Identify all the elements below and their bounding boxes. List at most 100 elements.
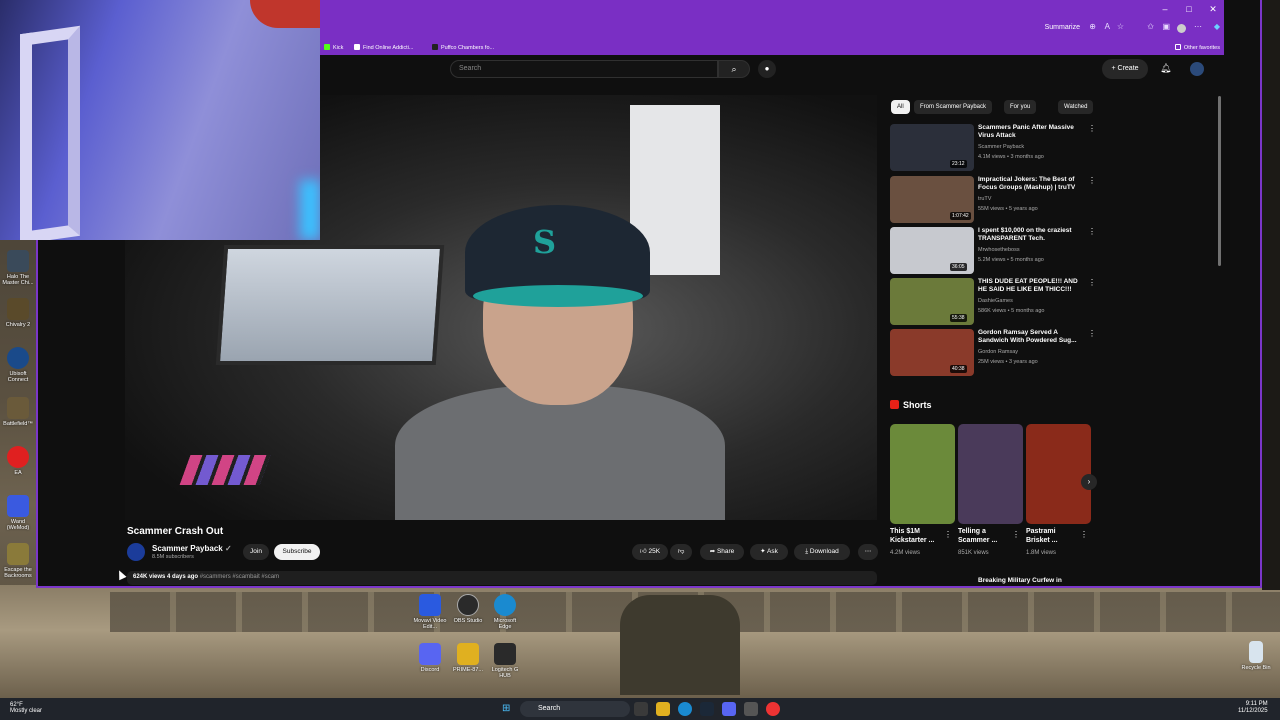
short-title[interactable]: Telling a Scammer ... [958, 527, 1013, 545]
translate-icon[interactable]: ⊕ [1089, 22, 1096, 31]
chip-for-you[interactable]: For you [1004, 100, 1037, 114]
summarize-button[interactable]: Summarize [1045, 24, 1080, 31]
discord-icon[interactable] [722, 702, 736, 716]
steam-icon[interactable] [700, 702, 714, 716]
task-view-icon[interactable] [634, 702, 648, 716]
desktop-icon-recycle-bin[interactable]: Recycle Bin [1238, 641, 1274, 671]
more-menu-icon[interactable]: ⋯ [1194, 22, 1202, 31]
kebab-menu-icon[interactable]: ⋮ [1088, 176, 1096, 185]
chip-watched[interactable]: Watched [1058, 100, 1094, 114]
favorite-star-icon[interactable]: ☆ [1117, 22, 1124, 31]
collections-icon[interactable]: ▣ [1162, 22, 1170, 31]
desktop-icon-chivalry[interactable]: Chivalry 2 [0, 298, 36, 328]
puffco-icon [432, 44, 438, 50]
weather-widget[interactable]: 62°F Mostly clear [10, 702, 42, 714]
rec-item[interactable]: 36:05 I spent $10,000 on the craziest TR… [890, 227, 1100, 277]
create-button[interactable]: + Create [1102, 59, 1148, 79]
windows-start-icon[interactable]: ⊞ [502, 703, 510, 714]
account-avatar[interactable] [1190, 62, 1204, 76]
desktop-icon-prime[interactable]: PRIME-87... [450, 643, 486, 673]
dislike-button[interactable]: 👎︎ [670, 544, 692, 560]
share-icon: ➦ [709, 548, 717, 555]
share-button[interactable]: ➦ Share [700, 544, 744, 560]
desktop-icon-logitech[interactable]: Logitech G HUB [487, 643, 523, 679]
reader-icon[interactable]: A [1105, 22, 1110, 31]
chevron-right-icon[interactable]: › [1081, 474, 1097, 490]
file-explorer-icon[interactable] [656, 702, 670, 716]
desktop-icon-backrooms[interactable]: Escape the Backrooms [0, 543, 36, 579]
channel-name[interactable]: Scammer Payback ✓ [152, 544, 232, 553]
scrollbar[interactable] [1218, 96, 1221, 266]
kebab-menu-icon[interactable]: ⋮ [1088, 227, 1096, 236]
kebab-menu-icon[interactable]: ⋮ [1088, 278, 1096, 287]
subscribe-button[interactable]: Subscribe [274, 544, 320, 560]
channel-avatar[interactable] [127, 543, 145, 561]
desktop-icon-ea[interactable]: EA [0, 446, 36, 476]
search-input[interactable]: Search [450, 60, 718, 78]
bookmark-puffco[interactable]: Puffco Chambers fo... [432, 44, 494, 51]
halo-icon [7, 250, 29, 272]
desktop-icon-battlefield[interactable]: Battlefield™ [0, 397, 36, 427]
kebab-menu-icon[interactable]: ⋮ [1088, 329, 1096, 338]
maximize-icon[interactable]: □ [1178, 4, 1200, 14]
kebab-menu-icon[interactable]: ⋮ [1012, 530, 1020, 539]
settings-gear-icon[interactable] [744, 702, 758, 716]
notifications-bell-icon[interactable]: 🔔︎ [1160, 63, 1171, 74]
folder-icon [457, 643, 479, 665]
rec-item[interactable]: 23:12 Scammers Panic After Massive Virus… [890, 124, 1100, 174]
short-thumbnail[interactable] [1026, 424, 1091, 524]
close-icon[interactable]: ✕ [1202, 4, 1224, 15]
copilot-icon[interactable]: ◆ [1214, 22, 1220, 31]
taskbar-search[interactable]: Search [520, 701, 630, 717]
recycle-bin-icon [1249, 641, 1263, 663]
webcam-glow [300, 180, 320, 240]
bookmark-kick[interactable]: Kick [324, 44, 343, 51]
chip-from-channel[interactable]: From Scammer Payback [914, 100, 993, 114]
profile-icon[interactable] [1177, 24, 1186, 33]
download-button[interactable]: ⤓ Download [794, 544, 850, 560]
clock[interactable]: 9:11 PM 11/12/2025 [1238, 701, 1268, 715]
favorites-icon[interactable]: ✩ [1147, 22, 1154, 31]
join-button[interactable]: Join [243, 544, 269, 560]
discord-icon [419, 643, 441, 665]
verified-icon: ✓ [224, 544, 232, 553]
rec-item[interactable]: 55:38 THIS DUDE EAT PEOPLE!!! AND HE SAI… [890, 278, 1100, 328]
rec-item[interactable]: 1:07:42 Impractical Jokers: The Best of … [890, 176, 1100, 226]
shorts-heading: Shorts [890, 400, 932, 410]
description-box[interactable]: 624K views 4 days ago #scammers #scambai… [127, 571, 877, 585]
short-thumbnail[interactable] [890, 424, 955, 524]
minimize-icon[interactable]: – [1154, 4, 1176, 14]
rec-title[interactable]: Breaking Military Curfew in [978, 577, 1062, 584]
short-title[interactable]: Pastrami Brisket ... [1026, 527, 1081, 545]
page-icon [354, 44, 360, 50]
search-button[interactable]: ⌕ [718, 60, 750, 78]
other-favorites[interactable]: Other favorites [1174, 44, 1220, 51]
thumbs-up-icon: 👍︎ [639, 548, 649, 555]
desktop-icon-wand[interactable]: Wand (WeMod) [0, 495, 36, 531]
desktop-icon-discord[interactable]: Discord [412, 643, 448, 673]
chrome-icon[interactable] [766, 702, 780, 716]
ask-button[interactable]: ✦ Ask [750, 544, 788, 560]
short-thumbnail[interactable] [958, 424, 1023, 524]
bookmark-find-online[interactable]: Find Online Addicti... [354, 44, 413, 51]
desktop-icon-edge[interactable]: Microsoft Edge [487, 594, 523, 630]
video-scene-keyboard [179, 455, 271, 485]
desktop-icon-movavi[interactable]: Movavi Video Edit... [412, 594, 448, 630]
kebab-menu-icon[interactable]: ⋮ [1088, 124, 1096, 133]
short-title[interactable]: This $1M Kickstarter ... [890, 527, 945, 545]
kebab-menu-icon[interactable]: ⋮ [944, 530, 952, 539]
voice-search-button[interactable]: ● [758, 60, 776, 78]
logitech-icon [494, 643, 516, 665]
short-views: 1.8M views [1026, 550, 1057, 556]
edge-icon[interactable] [678, 702, 692, 716]
desktop-icon-halo[interactable]: Halo The Master Chi... [0, 250, 36, 286]
kebab-menu-icon[interactable]: ⋮ [1080, 530, 1088, 539]
like-button[interactable]: 👍︎ 25K [632, 544, 668, 560]
desktop-icon-ubisoft[interactable]: Ubisoft Connect [0, 347, 36, 383]
desktop-icon-obs[interactable]: OBS Studio [450, 594, 486, 624]
webcam-red-object [250, 0, 320, 28]
rec-item[interactable]: 40:38 Gordon Ramsay Served A Sandwich Wi… [890, 329, 1100, 379]
more-actions-button[interactable]: ⋯ [858, 544, 878, 560]
chip-all[interactable]: All [891, 100, 910, 114]
movavi-icon [419, 594, 441, 616]
